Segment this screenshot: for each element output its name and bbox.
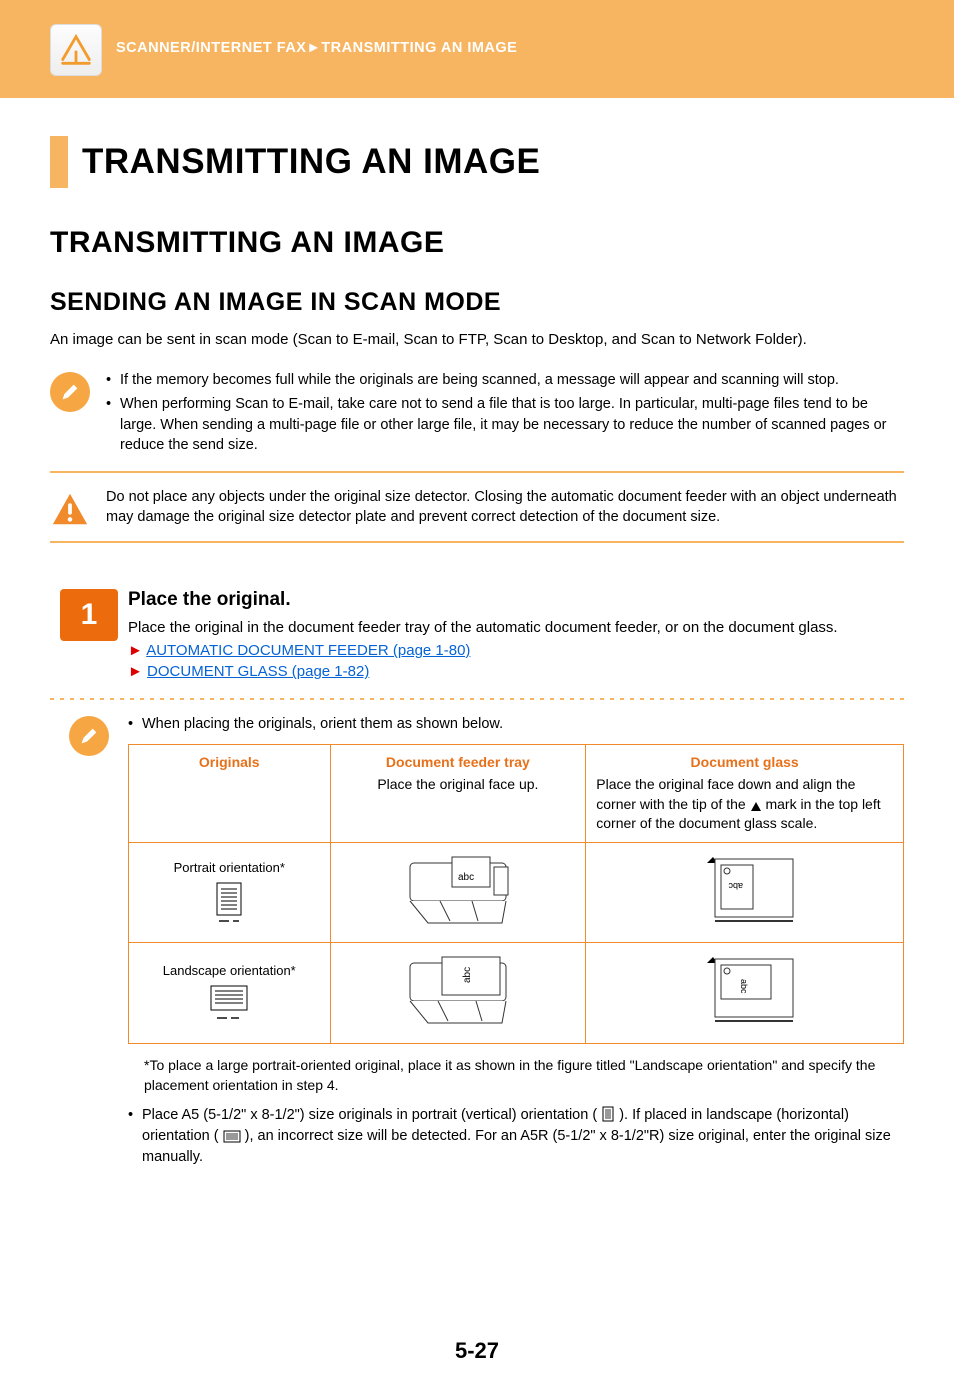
portrait-page-icon [601, 1106, 615, 1122]
section-title: TRANSMITTING AN IMAGE [50, 226, 904, 260]
row-portrait-feeder-diagram: abc [330, 842, 586, 943]
breadcrumb: SCANNER/INTERNET FAX►TRANSMITTING AN IMA… [116, 24, 517, 56]
table-header-glass: Document glass Place the original face d… [586, 745, 904, 842]
row-label-text: Portrait orientation* [174, 859, 285, 877]
row-landscape-label: Landscape orientation* [129, 943, 331, 1044]
corner-mark-icon [750, 800, 762, 812]
step-text: Place the original in the document feede… [128, 617, 904, 638]
svg-text:abc: abc [462, 967, 473, 983]
step-1: 1 Place the original. Place the original… [50, 589, 904, 1168]
link-automatic-document-feeder[interactable]: AUTOMATIC DOCUMENT FEEDER (page 1-80) [146, 642, 470, 659]
dashed-separator [50, 698, 904, 700]
footnote-bullet: Place A5 (5-1/2" x 8-1/2") size original… [128, 1105, 904, 1168]
row-label-text: Landscape orientation* [163, 962, 296, 980]
note-item: If the memory becomes full while the ori… [106, 370, 904, 390]
link-arrow-icon: ► [128, 663, 143, 680]
table-header-feeder-sub: Place the original face up. [341, 775, 576, 795]
note-item: When performing Scan to E-mail, take car… [106, 394, 904, 455]
caution-text: Do not place any objects under the origi… [106, 487, 904, 529]
subsection-title: SENDING AN IMAGE IN SCAN MODE [50, 288, 904, 317]
footnote-star: *To place a large portrait-oriented orig… [128, 1056, 904, 1095]
note-block: If the memory becomes full while the ori… [50, 370, 904, 473]
row-landscape-feeder-diagram: abc [330, 943, 586, 1044]
chapter-title: TRANSMITTING AN IMAGE [50, 136, 904, 188]
row-portrait-glass-diagram: abc [586, 842, 904, 943]
table-header-originals: Originals [129, 745, 331, 842]
page-header: SCANNER/INTERNET FAX►TRANSMITTING AN IMA… [0, 0, 954, 98]
link-arrow-icon: ► [128, 642, 143, 659]
table-header-glass-label: Document glass [691, 754, 799, 770]
note-pencil-icon [50, 372, 90, 412]
page-number: 5-27 [0, 1338, 954, 1394]
caution-block: Do not place any objects under the origi… [50, 487, 904, 543]
portrait-sheet-icon [209, 881, 249, 927]
orientation-table: Originals Document feeder tray Place the… [128, 744, 904, 1044]
chapter-title-accent-bar [50, 136, 68, 188]
svg-text:abc: abc [728, 881, 743, 891]
orient-lead-text: When placing the originals, orient them … [128, 714, 904, 734]
table-header-glass-sub: Place the original face down and align t… [596, 775, 893, 834]
link-document-glass[interactable]: DOCUMENT GLASS (page 1-82) [147, 663, 369, 680]
row-portrait-label: Portrait orientation* [129, 842, 331, 943]
scanner-chapter-icon [50, 24, 102, 76]
svg-text:abc: abc [739, 979, 749, 994]
row-landscape-glass-diagram: abc [586, 943, 904, 1044]
table-header-feeder: Document feeder tray Place the original … [330, 745, 586, 842]
chapter-title-text: TRANSMITTING AN IMAGE [82, 136, 540, 188]
landscape-sheet-icon [205, 984, 253, 1024]
step-title: Place the original. [128, 589, 904, 611]
table-row: Landscape orientation* [129, 943, 904, 1044]
table-header-feeder-label: Document feeder tray [386, 754, 530, 770]
step-number-badge: 1 [60, 589, 118, 641]
svg-text:abc: abc [458, 872, 474, 883]
intro-text: An image can be sent in scan mode (Scan … [50, 331, 904, 348]
caution-triangle-icon [50, 489, 90, 529]
landscape-page-icon [223, 1130, 241, 1143]
note-pencil-icon [69, 716, 109, 756]
table-row: Portrait orientation* [129, 842, 904, 943]
